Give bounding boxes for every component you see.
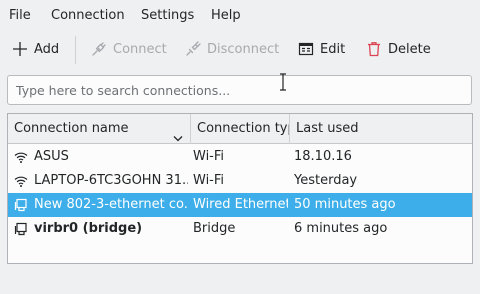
search-input[interactable] — [8, 76, 471, 104]
delete-button[interactable]: Delete — [366, 37, 431, 61]
column-header-name-label: Connection name — [14, 121, 129, 136]
trash-icon — [366, 41, 382, 57]
edit-form-icon — [298, 41, 314, 57]
plus-icon — [12, 41, 28, 57]
column-header-type-label: Connection typ — [197, 121, 290, 136]
menu-connection[interactable]: Connection — [51, 8, 125, 24]
row-name-cell: ASUS — [14, 145, 188, 169]
table-row[interactable]: ASUS Wi-Fi 18.10.16 — [8, 145, 472, 169]
connect-button[interactable]: Connect — [91, 37, 167, 61]
table-row-selected[interactable]: New 802-3-ethernet co... Wired Ethernet … — [8, 193, 472, 217]
toolbar: Add Connect Disconnect Edit Delete — [0, 32, 480, 66]
add-button[interactable]: Add — [12, 37, 59, 61]
column-header-type[interactable]: Connection typ — [191, 114, 290, 144]
row-name-cell: LAPTOP-6TC3GOHN 31... — [14, 169, 188, 193]
search-field — [7, 75, 472, 105]
text-cursor-icon — [278, 73, 288, 95]
column-header-name[interactable]: Connection name — [8, 114, 191, 144]
row-name: New 802-3-ethernet co... — [34, 197, 188, 212]
row-type: Wi-Fi — [193, 149, 225, 164]
row-type: Wi-Fi — [193, 173, 225, 188]
connect-label: Connect — [113, 41, 167, 57]
column-header-last-used[interactable]: Last used — [290, 114, 472, 144]
connections-table: Connection name Connection typ Last used… — [7, 113, 473, 264]
disconnect-button[interactable]: Disconnect — [185, 37, 279, 61]
wifi-icon — [14, 150, 28, 164]
ethernet-icon — [14, 198, 28, 212]
toolbar-separator — [75, 36, 76, 64]
menu-help[interactable]: Help — [211, 8, 241, 24]
row-name: ASUS — [34, 149, 69, 164]
chevron-down-icon — [173, 125, 183, 144]
row-name-cell: virbr0 (bridge) — [14, 217, 188, 241]
table-header: Connection name Connection typ Last used — [8, 114, 472, 144]
table-row[interactable]: virbr0 (bridge) Bridge 6 minutes ago — [8, 217, 472, 241]
edit-button[interactable]: Edit — [298, 37, 345, 61]
row-last-used: 18.10.16 — [294, 149, 352, 164]
row-last-used: 50 minutes ago — [294, 197, 396, 212]
row-last-used: 6 minutes ago — [294, 221, 388, 236]
unplug-icon — [185, 41, 201, 57]
add-label: Add — [34, 41, 60, 57]
row-last-used: Yesterday — [294, 173, 358, 188]
wifi-icon — [14, 174, 28, 188]
menu-file[interactable]: File — [9, 8, 31, 24]
row-name-cell: New 802-3-ethernet co... — [14, 193, 188, 217]
plug-icon — [91, 41, 107, 57]
row-type: Wired Ethernet — [193, 197, 288, 212]
delete-label: Delete — [388, 41, 431, 57]
ethernet-icon — [14, 222, 28, 236]
row-name: LAPTOP-6TC3GOHN 31... — [34, 173, 188, 188]
disconnect-label: Disconnect — [207, 41, 280, 57]
edit-label: Edit — [320, 41, 346, 57]
menu-bar: File Connection Settings Help — [0, 0, 480, 32]
row-name: virbr0 (bridge) — [34, 221, 143, 236]
table-row[interactable]: LAPTOP-6TC3GOHN 31... Wi-Fi Yesterday — [8, 169, 472, 193]
column-header-last-used-label: Last used — [296, 121, 359, 136]
row-type: Bridge — [193, 221, 236, 236]
menu-settings[interactable]: Settings — [141, 8, 194, 24]
